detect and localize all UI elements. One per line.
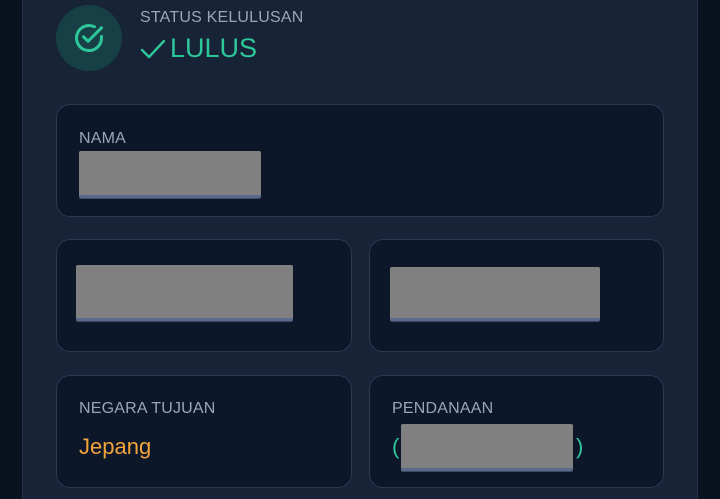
status-value-text: LULUS: [170, 33, 258, 63]
redacted-field-2-value: [76, 265, 293, 321]
card-nama-label: NAMA: [79, 130, 127, 147]
status-label: STATUS KELULUSAN: [140, 9, 304, 26]
check-circle-icon: [75, 24, 103, 52]
redacted-nama-value: [79, 151, 261, 198]
card-negara-tujuan: [56, 375, 352, 488]
pendanaan-paren-close: ): [576, 434, 584, 459]
status-icon-badge: [56, 5, 122, 71]
left-gutter: [0, 0, 22, 499]
pendanaan-paren-open: (: [392, 434, 400, 459]
page: STATUS KELULUSAN LULUS NAMA NEGARA TUJUA…: [0, 0, 720, 499]
right-gutter: [698, 0, 720, 499]
card-pendanaan-label: PENDANAAN: [392, 400, 494, 417]
card-negara-tujuan-label: NEGARA TUJUAN: [79, 400, 216, 417]
redacted-pendanaan-value: [401, 424, 573, 471]
redacted-field-3-value: [390, 267, 600, 321]
checkmark-icon: [140, 36, 166, 62]
status-value: LULUS: [140, 33, 257, 64]
negara-tujuan-value: Jepang: [79, 434, 152, 459]
